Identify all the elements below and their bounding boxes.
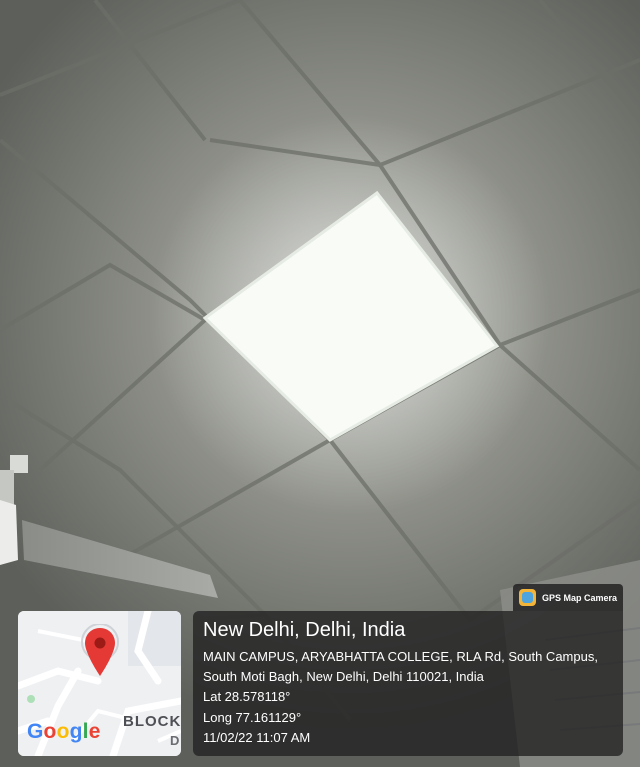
- google-logo-letter: o: [56, 720, 70, 743]
- google-logo-letter: o: [43, 720, 57, 743]
- map-place-label: BLOCK: [123, 713, 181, 730]
- google-logo-letter: G: [27, 720, 44, 743]
- map-place-label-secondary: D: [170, 733, 180, 748]
- timestamp-text: 11/02/22 11:07 AM: [203, 730, 311, 745]
- gps-map-camera-badge: GPS Map Camera: [513, 584, 623, 611]
- latitude-text: Lat 28.578118°: [203, 689, 291, 704]
- location-title: New Delhi, Delhi, India: [203, 619, 406, 641]
- google-logo: Google: [27, 720, 101, 744]
- location-info-panel: New Delhi, Delhi, India MAIN CAMPUS, ARY…: [193, 611, 623, 756]
- gps-map-camera-label: GPS Map Camera: [542, 592, 618, 603]
- longitude-text: Long 77.161129°: [203, 709, 302, 725]
- location-address: MAIN CAMPUS, ARYABHATTA COLLEGE, RLA Rd,…: [203, 649, 598, 684]
- gps-map-camera-app-icon: [519, 589, 536, 606]
- google-logo-letter: g: [69, 720, 83, 743]
- location-pin-icon: [81, 624, 119, 676]
- google-logo-letter: e: [88, 720, 101, 743]
